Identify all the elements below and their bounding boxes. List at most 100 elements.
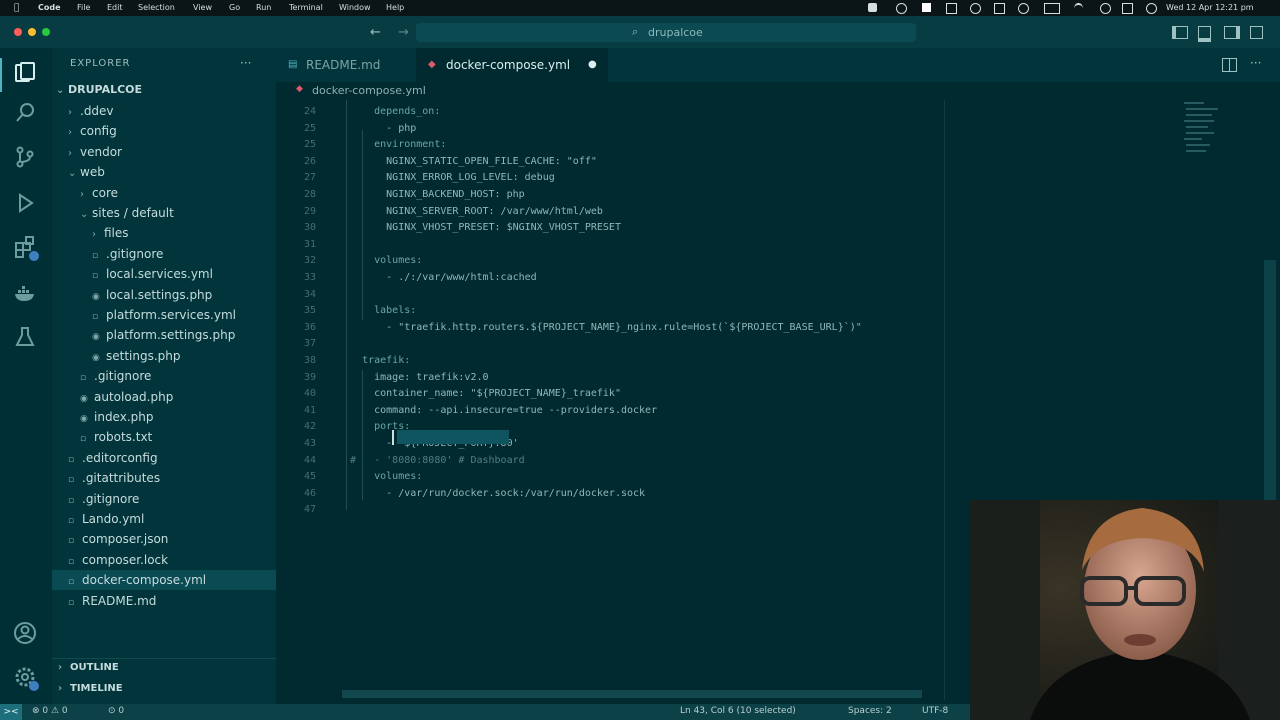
search-icon[interactable] xyxy=(1100,3,1111,14)
tree-item[interactable]: ▫ composer.lock xyxy=(68,550,168,570)
menu-help[interactable]: Help xyxy=(386,3,404,12)
tree-item[interactable]: ▫ platform.services.yml xyxy=(92,305,236,325)
encoding[interactable]: UTF-8 xyxy=(922,706,948,716)
modified-indicator[interactable]: ● xyxy=(588,48,597,82)
code-line: - php xyxy=(338,122,417,134)
tree-item[interactable]: ▫ README.md xyxy=(68,591,156,611)
toggle-sidebar-icon[interactable] xyxy=(1172,26,1188,39)
menu-clock[interactable]: Wed 12 Apr 12:21 pm xyxy=(1166,3,1254,12)
tree-item[interactable]: ◉ autoload.php xyxy=(80,387,173,407)
breadcrumb-file[interactable]: docker-compose.yml xyxy=(312,84,426,97)
chevron-right-icon: › xyxy=(68,127,72,139)
tree-item[interactable]: ▫ local.services.yml xyxy=(92,264,213,284)
tree-item[interactable]: ◉ settings.php xyxy=(92,346,181,366)
tree-item-label: settings.php xyxy=(106,348,181,363)
menu-view[interactable]: View xyxy=(193,3,212,12)
siri-icon[interactable] xyxy=(1146,3,1157,14)
tree-item[interactable]: › .ddev xyxy=(68,101,114,121)
toggle-secondary-sidebar-icon[interactable] xyxy=(1224,26,1240,39)
docker-icon[interactable] xyxy=(12,280,38,306)
status-icon[interactable] xyxy=(1018,3,1029,14)
tree-item[interactable]: › files xyxy=(92,223,129,243)
php-file-icon: ◉ xyxy=(80,393,88,404)
ports-indicator[interactable]: ⊙ 0 xyxy=(108,706,124,716)
code-line: labels: xyxy=(338,305,417,317)
control-center-icon[interactable] xyxy=(1122,3,1133,14)
maximize-window-button[interactable] xyxy=(42,28,50,36)
horizontal-scrollbar[interactable] xyxy=(342,690,922,698)
cursor-position[interactable]: Ln 43, Col 6 (10 selected) xyxy=(680,706,796,716)
tree-item[interactable]: ⌄ web xyxy=(68,162,105,182)
run-debug-icon[interactable] xyxy=(12,190,38,216)
minimize-window-button[interactable] xyxy=(28,28,36,36)
split-editor-icon[interactable] xyxy=(1222,58,1237,72)
status-icon[interactable] xyxy=(868,3,877,12)
command-center[interactable]: ⌕ drupalcoe xyxy=(416,23,916,42)
tree-item[interactable]: ▫ .gitattributes xyxy=(68,468,160,488)
status-icon[interactable] xyxy=(970,3,981,14)
tree-item[interactable]: ◉ index.php xyxy=(80,407,153,427)
tree-item[interactable]: ⌄ sites / default xyxy=(80,203,174,223)
menu-file[interactable]: File xyxy=(77,3,90,12)
outline-section[interactable]: › OUTLINE xyxy=(58,658,119,678)
source-control-icon[interactable] xyxy=(12,144,38,170)
tree-item[interactable]: ◉ platform.settings.php xyxy=(92,325,235,345)
menu-edit[interactable]: Edit xyxy=(107,3,123,12)
menu-selection[interactable]: Selection xyxy=(138,3,175,12)
tree-item[interactable]: ▫ Lando.yml xyxy=(68,509,144,529)
line-number: 34 xyxy=(303,288,316,300)
tree-item[interactable]: ▫ .gitignore xyxy=(92,244,163,264)
search-icon[interactable] xyxy=(12,100,38,126)
apple-menu[interactable]:  xyxy=(14,3,19,13)
status-icon[interactable] xyxy=(994,3,1005,14)
status-icon[interactable] xyxy=(922,3,931,12)
gear-icon[interactable] xyxy=(12,664,39,691)
status-icon[interactable] xyxy=(946,3,957,14)
toggle-panel-icon[interactable] xyxy=(1198,26,1211,42)
tree-item[interactable]: ▫ .gitignore xyxy=(68,489,139,509)
tree-item[interactable]: › vendor xyxy=(68,142,122,162)
tree-item[interactable]: ▫ composer.json xyxy=(68,529,168,549)
wifi-icon[interactable] xyxy=(1074,3,1083,14)
activity-bar xyxy=(0,48,52,704)
badge xyxy=(29,251,39,261)
tree-item[interactable]: › config xyxy=(68,121,117,141)
flask-icon[interactable] xyxy=(12,324,38,350)
more-actions-icon[interactable]: ··· xyxy=(1250,56,1261,70)
customize-layout-icon[interactable] xyxy=(1250,26,1263,39)
app-menu[interactable]: Code xyxy=(38,3,61,12)
tree-item[interactable]: ▫ .gitignore xyxy=(80,366,151,386)
account-icon[interactable] xyxy=(12,620,38,646)
extensions-icon[interactable] xyxy=(12,234,39,261)
battery-icon[interactable] xyxy=(1044,3,1060,14)
workspace-root[interactable]: ⌄ DRUPALCOE xyxy=(56,80,142,100)
menu-go[interactable]: Go xyxy=(229,3,240,12)
indentation[interactable]: Spaces: 2 xyxy=(848,706,892,716)
timeline-section[interactable]: › TIMELINE xyxy=(58,679,123,699)
back-arrow-icon[interactable]: ← xyxy=(370,25,381,40)
minimap[interactable] xyxy=(1180,100,1240,160)
file-icon: ▫ xyxy=(68,516,75,526)
menu-run[interactable]: Run xyxy=(256,3,271,12)
tree-item-label: platform.settings.php xyxy=(106,328,236,343)
tree-item[interactable]: ▫ docker-compose.yml xyxy=(68,570,206,590)
problems-indicator[interactable]: ⊗ 0 ⚠ 0 xyxy=(32,706,68,716)
status-icon[interactable] xyxy=(896,3,907,14)
tab-readme[interactable]: ▤ README.md xyxy=(276,48,416,82)
forward-arrow-icon[interactable]: → xyxy=(398,25,409,40)
line-number: 41 xyxy=(303,404,316,416)
remote-indicator[interactable]: >< xyxy=(0,704,22,720)
command-center-label: drupalcoe xyxy=(648,26,703,39)
tab-docker-compose[interactable]: ◆ docker-compose.yml ● xyxy=(416,48,608,82)
tree-item[interactable]: › core xyxy=(80,183,118,203)
tree-item[interactable]: ▫ robots.txt xyxy=(80,427,152,447)
search-icon: ⌕ xyxy=(632,25,639,38)
close-window-button[interactable] xyxy=(14,28,22,36)
explorer-icon[interactable] xyxy=(12,60,38,86)
menu-terminal[interactable]: Terminal xyxy=(289,3,323,12)
more-actions-icon[interactable]: ··· xyxy=(240,56,251,70)
tree-item[interactable]: ▫ .editorconfig xyxy=(68,448,158,468)
tree-item[interactable]: ◉ local.settings.php xyxy=(92,285,212,305)
tree-item-label: .gitattributes xyxy=(82,471,161,486)
menu-window[interactable]: Window xyxy=(339,3,371,12)
